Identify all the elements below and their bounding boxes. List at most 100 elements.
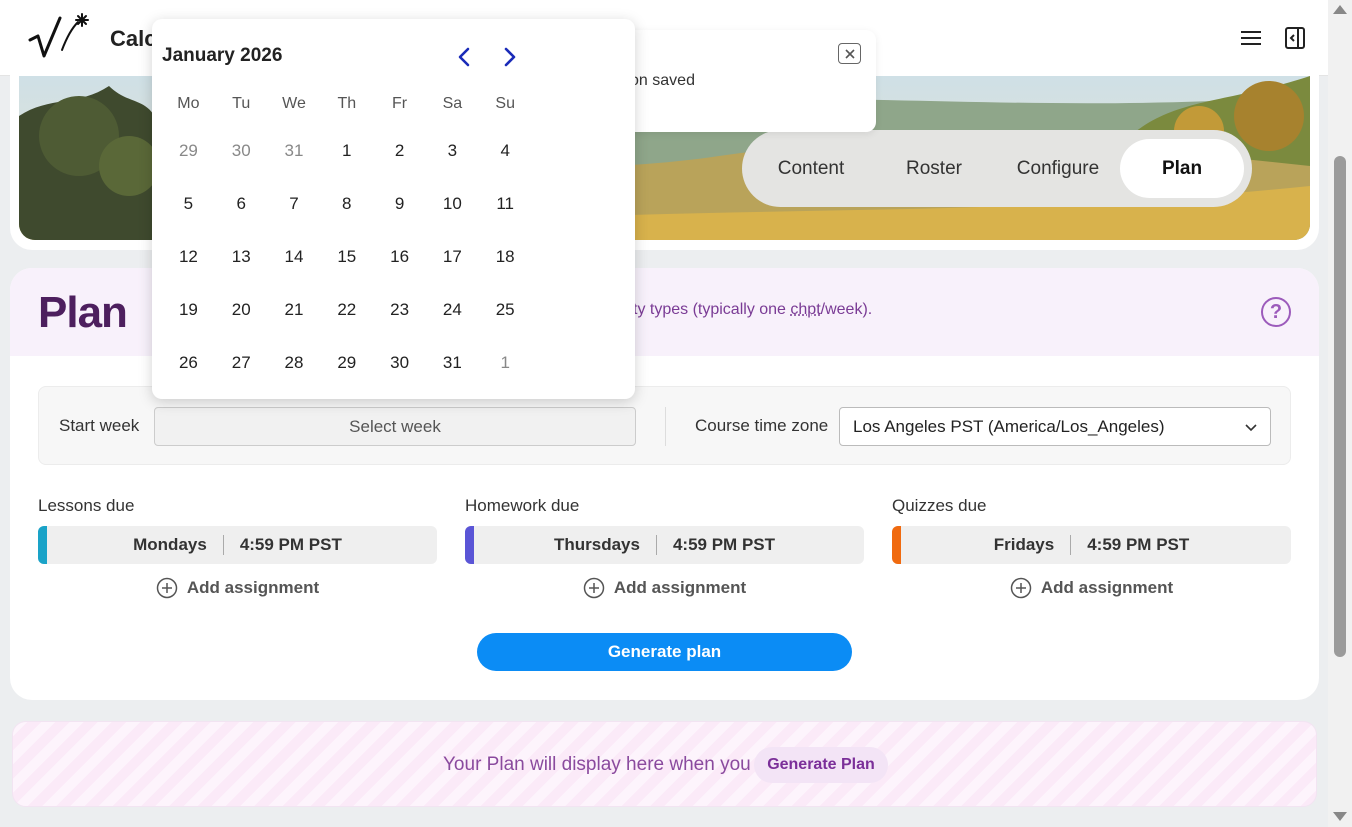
calendar-day[interactable]: 17 bbox=[426, 230, 479, 283]
quizzes-due-label: Quizzes due bbox=[892, 496, 987, 515]
plan-empty-state-banner: Your Plan will display here when you Gen… bbox=[12, 721, 1317, 807]
add-assignment-label: Add assignment bbox=[186, 578, 320, 597]
app-logo[interactable] bbox=[28, 12, 92, 64]
tab-content[interactable]: Content bbox=[750, 139, 872, 198]
homework-due-pill[interactable]: Thursdays 4:59 PM PST bbox=[465, 526, 864, 564]
weekday-label: Tu bbox=[232, 95, 251, 112]
calendar-day[interactable]: 29 bbox=[320, 336, 373, 389]
scroll-up-icon[interactable] bbox=[1333, 5, 1347, 14]
week-picker-calendar: January 2026 Mo Tu We Th Fr Sa Su 29 30 31… bbox=[152, 19, 635, 399]
calendar-day[interactable]: 15 bbox=[320, 230, 373, 283]
generate-plan-link-button[interactable]: Generate Plan bbox=[754, 747, 888, 783]
divider bbox=[222, 535, 224, 555]
panel-toggle-icon[interactable] bbox=[1284, 26, 1306, 50]
add-circle-icon bbox=[1010, 577, 1032, 599]
calendar-day[interactable]: 31 bbox=[426, 336, 479, 389]
calendar-day[interactable]: 31 bbox=[268, 124, 321, 177]
start-week-label: Start week bbox=[59, 416, 140, 435]
add-homework-assignment-button[interactable]: Add assignment bbox=[465, 577, 864, 599]
divider bbox=[665, 407, 666, 446]
calendar-day[interactable]: 19 bbox=[162, 283, 215, 336]
scroll-down-icon[interactable] bbox=[1333, 812, 1347, 821]
close-icon bbox=[844, 48, 855, 59]
calendar-day[interactable]: 4 bbox=[479, 124, 532, 177]
scrollbar-thumb[interactable] bbox=[1334, 156, 1346, 657]
calendar-day[interactable]: 11 bbox=[479, 177, 532, 230]
calendar-week-row[interactable]: 5 6 7 8 9 10 11 bbox=[162, 177, 532, 230]
timezone-select[interactable]: Los Angeles PST (America/Los_Angeles) bbox=[839, 407, 1271, 446]
weekday-label: Su bbox=[495, 95, 515, 112]
calendar-day[interactable]: 6 bbox=[215, 177, 268, 230]
homework-due-label: Homework due bbox=[465, 496, 580, 515]
calendar-day[interactable]: 2 bbox=[373, 124, 426, 177]
calendar-day[interactable]: 25 bbox=[479, 283, 532, 336]
timezone-value: Los Angeles PST (America/Los_Angeles) bbox=[853, 417, 1165, 436]
calendar-day[interactable]: 24 bbox=[426, 283, 479, 336]
calendar-day[interactable]: 28 bbox=[268, 336, 321, 389]
calendar-day[interactable]: 10 bbox=[426, 177, 479, 230]
calendar-week-row[interactable]: 29 30 31 1 2 3 4 bbox=[162, 124, 532, 177]
add-assignment-label: Add assignment bbox=[613, 578, 747, 597]
calendar-day[interactable]: 13 bbox=[215, 230, 268, 283]
add-circle-icon bbox=[583, 577, 605, 599]
weekday-label: Sa bbox=[442, 95, 463, 112]
calendar-day[interactable]: 14 bbox=[268, 230, 321, 283]
lessons-due-column: Lessons due Mondays 4:59 PM PST Add assi… bbox=[38, 496, 437, 599]
homework-color-bar bbox=[465, 526, 474, 564]
quizzes-due-pill[interactable]: Fridays 4:59 PM PST bbox=[892, 526, 1291, 564]
tab-plan[interactable]: Plan bbox=[1120, 139, 1244, 198]
calendar-weeks: 29 30 31 1 2 3 4 5 6 7 8 9 10 11 12 13 14 15 16 17 18 19 20 21 2… bbox=[162, 124, 532, 389]
calendar-day[interactable]: 21 bbox=[268, 283, 321, 336]
divider bbox=[1070, 535, 1072, 555]
generate-plan-button[interactable]: Generate plan bbox=[477, 633, 852, 671]
calendar-day[interactable]: 29 bbox=[162, 124, 215, 177]
chevron-right-icon[interactable] bbox=[499, 46, 521, 68]
start-week-picker[interactable]: Select week bbox=[154, 407, 636, 446]
toast-close-button[interactable] bbox=[838, 43, 861, 64]
calendar-day[interactable]: 5 bbox=[162, 177, 215, 230]
calendar-week-row[interactable]: 12 13 14 15 16 17 18 bbox=[162, 230, 532, 283]
calendar-day[interactable]: 30 bbox=[215, 124, 268, 177]
app-title: Calc bbox=[110, 26, 157, 51]
calendar-week-row[interactable]: 19 20 21 22 23 24 25 bbox=[162, 283, 532, 336]
weekday-label: Fr bbox=[392, 95, 408, 112]
homework-due-day: Thursdays bbox=[553, 535, 640, 554]
lessons-due-pill[interactable]: Mondays 4:59 PM PST bbox=[38, 526, 437, 564]
calendar-day[interactable]: 23 bbox=[373, 283, 426, 336]
calendar-day[interactable]: 1 bbox=[320, 124, 373, 177]
hamburger-icon[interactable] bbox=[1240, 28, 1262, 48]
quizzes-due-time: 4:59 PM PST bbox=[1087, 535, 1190, 554]
calendar-day[interactable]: 9 bbox=[373, 177, 426, 230]
page-title: Plan bbox=[38, 288, 128, 337]
chevron-down-icon bbox=[1245, 424, 1257, 432]
add-lesson-assignment-button[interactable]: Add assignment bbox=[38, 577, 437, 599]
homework-due-column: Homework due Thursdays 4:59 PM PST Add a… bbox=[465, 496, 864, 599]
homework-due-time: 4:59 PM PST bbox=[672, 535, 776, 554]
tab-configure[interactable]: Configure bbox=[996, 139, 1120, 198]
page-scrollbar[interactable] bbox=[1328, 0, 1352, 827]
tab-roster[interactable]: Roster bbox=[872, 139, 996, 198]
weekday-label: We bbox=[282, 95, 306, 112]
calendar-day[interactable]: 26 bbox=[162, 336, 215, 389]
empty-state-text: Your Plan will display here when you bbox=[443, 754, 751, 775]
calendar-day[interactable]: 22 bbox=[320, 283, 373, 336]
calendar-day[interactable]: 27 bbox=[215, 336, 268, 389]
calendar-day[interactable]: 3 bbox=[426, 124, 479, 177]
calendar-day[interactable]: 7 bbox=[268, 177, 321, 230]
help-icon[interactable]: ? bbox=[1261, 297, 1291, 327]
calendar-day[interactable]: 12 bbox=[162, 230, 215, 283]
lessons-due-day: Mondays bbox=[133, 535, 207, 554]
calendar-week-row[interactable]: 26 27 28 29 30 31 1 bbox=[162, 336, 532, 389]
chevron-left-icon[interactable] bbox=[453, 46, 475, 68]
calendar-day[interactable]: 1 bbox=[479, 336, 532, 389]
calendar-grid: Mo Tu We Th Fr Sa Su 29 30 31 1 2 3 4 5 6 7 8 9 10 11… bbox=[162, 93, 532, 389]
calendar-day[interactable]: 30 bbox=[373, 336, 426, 389]
divider bbox=[655, 535, 657, 555]
calendar-day[interactable]: 8 bbox=[320, 177, 373, 230]
plan-description-abbr: chpt bbox=[790, 301, 821, 318]
add-circle-icon bbox=[156, 577, 178, 599]
calendar-day[interactable]: 18 bbox=[479, 230, 532, 283]
calendar-day[interactable]: 16 bbox=[373, 230, 426, 283]
add-quiz-assignment-button[interactable]: Add assignment bbox=[892, 577, 1291, 599]
calendar-day[interactable]: 20 bbox=[215, 283, 268, 336]
